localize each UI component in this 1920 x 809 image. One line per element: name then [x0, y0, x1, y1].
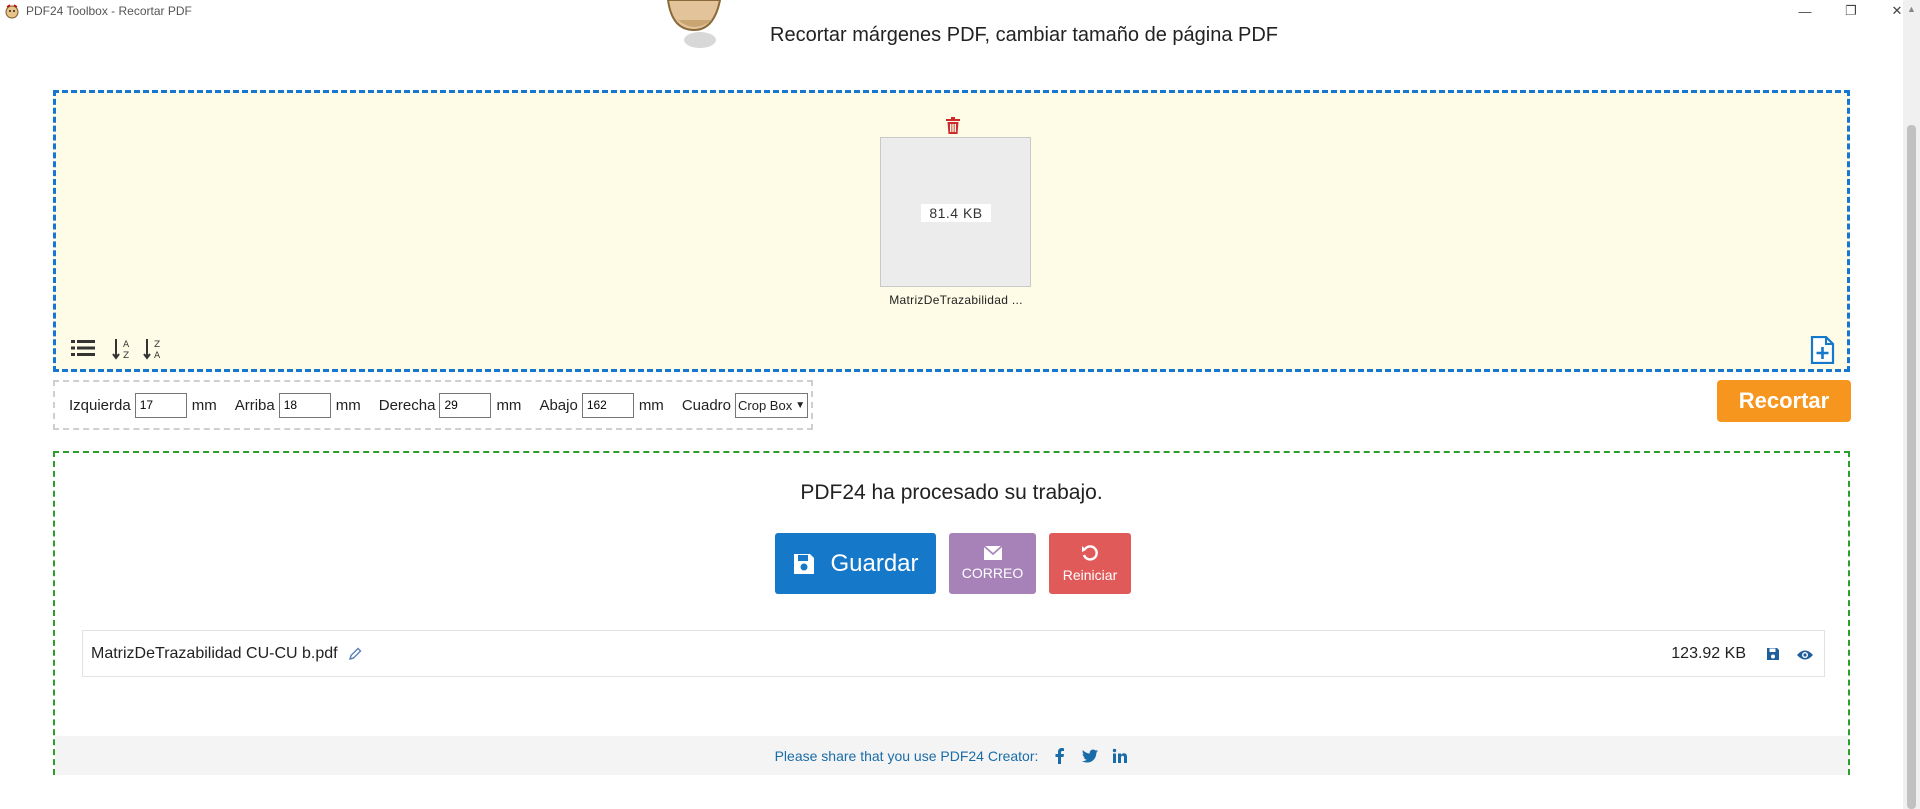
save-button[interactable]: Guardar — [775, 533, 936, 594]
window-controls: — ❐ ✕ — [1782, 0, 1920, 22]
result-panel: PDF24 ha procesado su trabajo. Guardar C… — [53, 451, 1850, 775]
facebook-icon[interactable] — [1052, 747, 1068, 764]
svg-text:Z: Z — [123, 351, 129, 361]
box-type-label: Cuadro — [681, 396, 732, 414]
save-button-label: Guardar — [830, 549, 919, 577]
sort-az-icon[interactable]: A Z — [112, 337, 134, 361]
svg-text:A: A — [154, 351, 161, 361]
minimize-icon[interactable]: — — [1782, 0, 1828, 22]
file-thumbnail[interactable]: 81.4 KB — [880, 137, 1031, 287]
envelope-icon — [983, 546, 1002, 560]
bottom-margin-label: Abajo — [539, 396, 578, 414]
top-margin-label: Arriba — [234, 396, 275, 414]
bottom-margin-unit: mm — [638, 396, 664, 414]
eye-icon[interactable] — [1796, 648, 1814, 662]
top-margin-input[interactable] — [278, 392, 331, 418]
left-margin-input[interactable] — [134, 392, 187, 418]
top-margin-unit: mm — [335, 396, 361, 414]
chevron-down-icon: ▼ — [795, 399, 806, 411]
email-button[interactable]: CORREO — [949, 533, 1036, 594]
share-text: Please share that you use PDF24 Creator: — [774, 747, 1039, 764]
add-file-icon[interactable] — [1809, 336, 1835, 364]
vertical-scrollbar[interactable]: ▲ — [1903, 0, 1920, 809]
maximize-icon[interactable]: ❐ — [1828, 0, 1874, 22]
share-bar: Please share that you use PDF24 Creator: — [55, 736, 1848, 775]
right-margin-label: Derecha — [378, 396, 436, 414]
scroll-up-icon[interactable]: ▲ — [1903, 0, 1920, 17]
twitter-icon[interactable] — [1082, 748, 1099, 764]
result-message: PDF24 ha procesado su trabajo. — [800, 481, 1103, 504]
window-title: PDF24 Toolbox - Recortar PDF — [26, 4, 192, 18]
result-file-row: MatrizDeTrazabilidad CU-CU b.pdf 123.92 … — [82, 630, 1825, 677]
trash-icon[interactable] — [945, 117, 961, 135]
right-margin-unit: mm — [496, 396, 522, 414]
file-size-badge: 81.4 KB — [921, 204, 991, 222]
box-type-select[interactable]: Crop Box ▼ — [735, 392, 809, 418]
crop-button[interactable]: Recortar — [1717, 380, 1851, 422]
reset-button[interactable]: Reiniciar — [1049, 533, 1131, 594]
email-button-label: CORREO — [961, 565, 1024, 581]
file-dropzone[interactable]: 81.4 KB MatrizDeTrazabilidad ... A Z Z A — [53, 90, 1850, 372]
sort-za-icon[interactable]: Z A — [143, 337, 165, 361]
floppy-disk-icon[interactable] — [1766, 647, 1780, 661]
list-view-icon[interactable] — [71, 338, 95, 358]
title-bar: PDF24 Toolbox - Recortar PDF — ❐ ✕ — [0, 0, 1920, 22]
pdf24-app-icon — [5, 4, 19, 19]
box-type-value: Crop Box — [738, 397, 793, 413]
left-margin-unit: mm — [191, 396, 217, 414]
result-file-size: 123.92 KB — [1671, 645, 1746, 662]
bottom-margin-input[interactable] — [581, 392, 634, 418]
result-file-name: MatrizDeTrazabilidad CU-CU b.pdf — [91, 644, 338, 662]
svg-text:Z: Z — [154, 340, 160, 350]
app-window: PDF24 Toolbox - Recortar PDF — ❐ ✕ ▲ Rec… — [0, 0, 1920, 809]
scroll-thumb[interactable] — [1907, 125, 1916, 809]
pdf24-logo — [666, 0, 722, 48]
undo-icon — [1082, 545, 1098, 561]
left-margin-label: Izquierda — [69, 396, 131, 414]
page-title: Recortar márgenes PDF, cambiar tamaño de… — [770, 24, 1279, 46]
reset-button-label: Reiniciar — [1062, 567, 1118, 583]
file-name-label: MatrizDeTrazabilidad ... — [889, 293, 1023, 307]
pencil-icon[interactable] — [348, 647, 362, 661]
svg-text:A: A — [123, 340, 130, 350]
floppy-disk-icon — [794, 553, 815, 574]
linkedin-icon[interactable] — [1112, 748, 1128, 764]
crop-options-bar: Izquierda mm Arriba mm Derecha mm Abajo … — [53, 380, 813, 430]
right-margin-input[interactable] — [439, 392, 492, 418]
